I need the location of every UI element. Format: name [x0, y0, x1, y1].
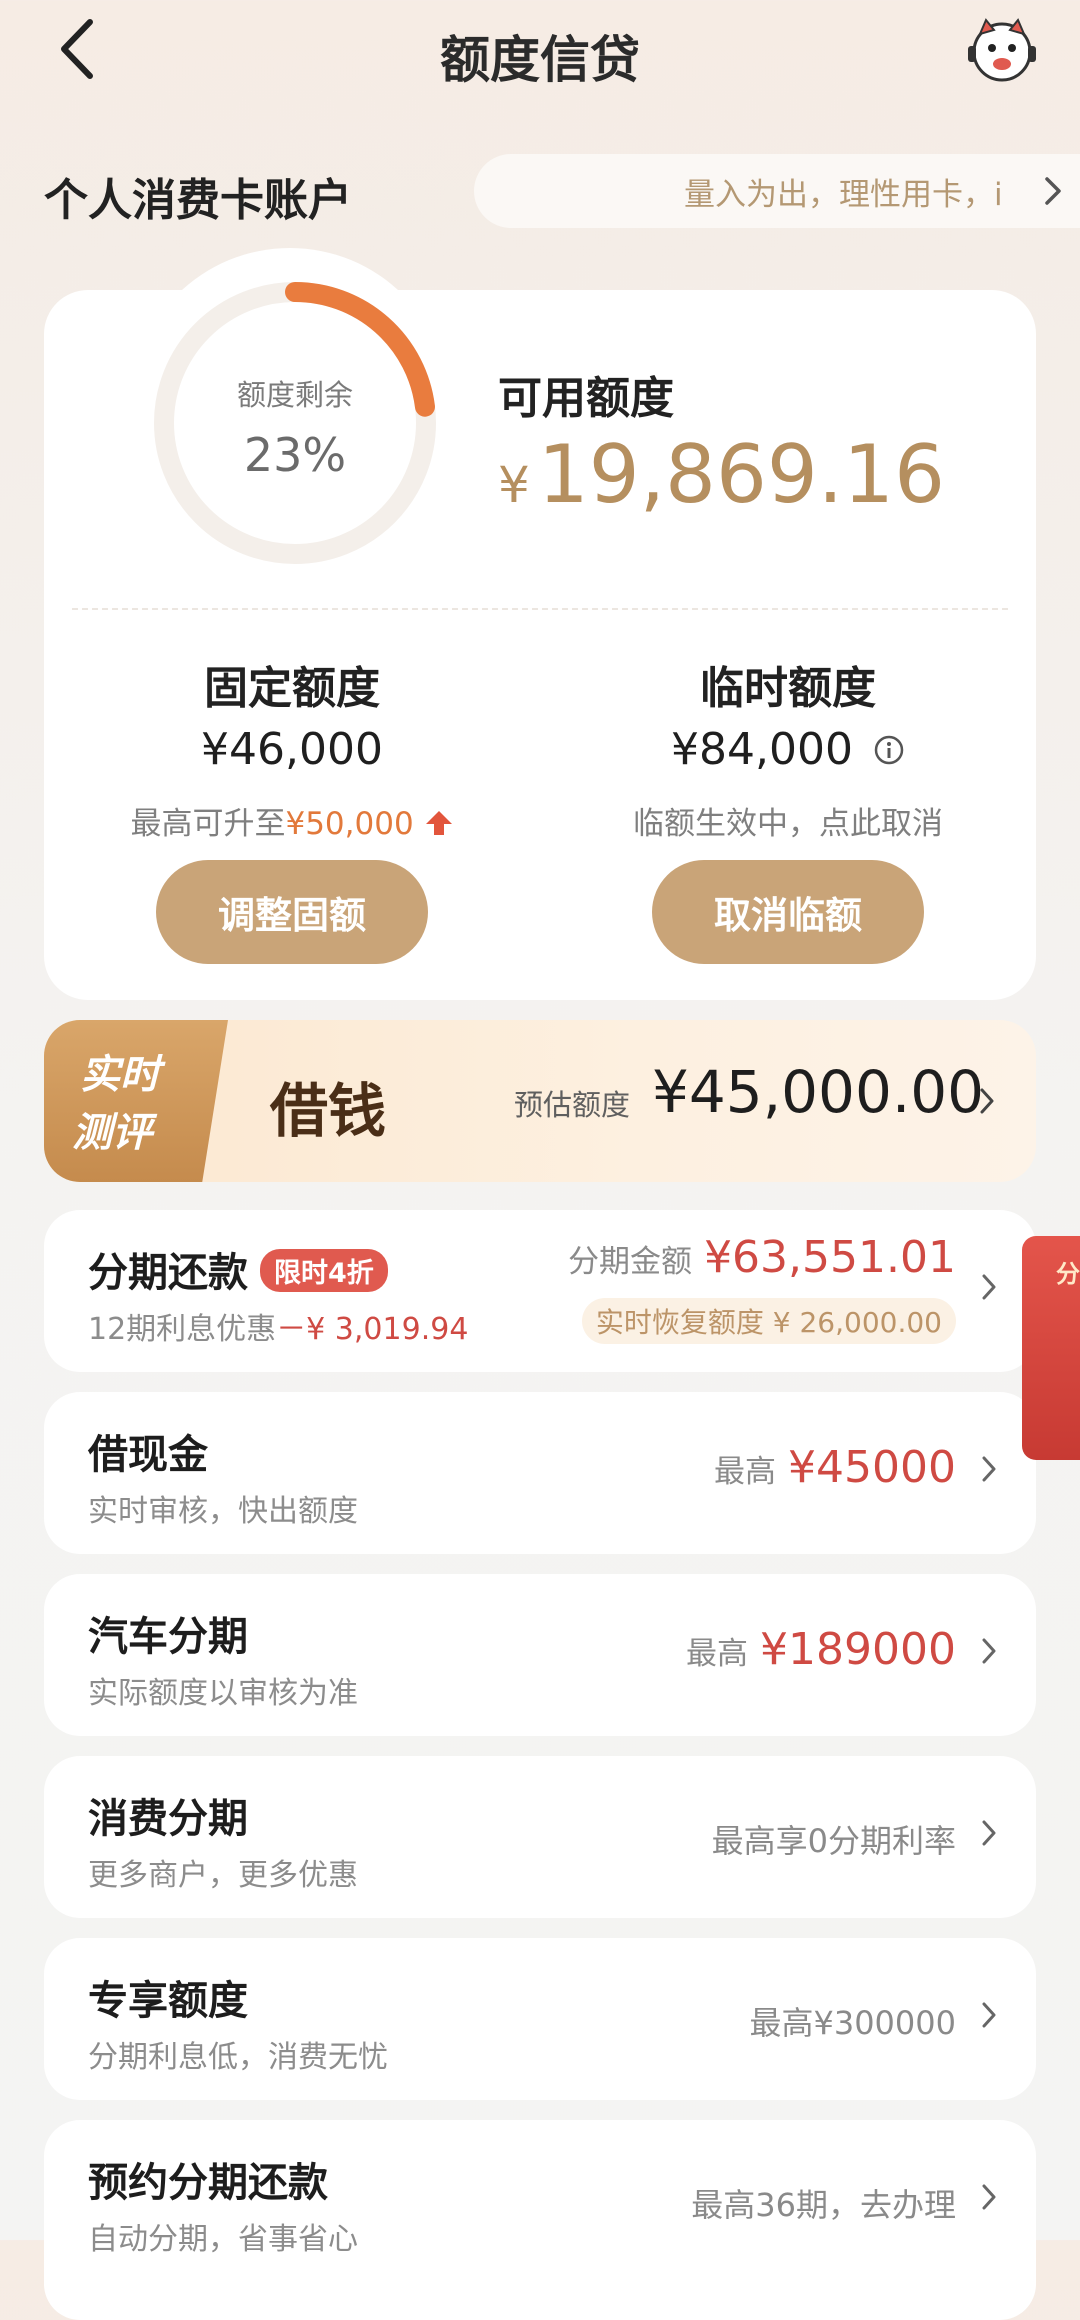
chevron-right-icon [1045, 177, 1061, 205]
up-arrow-icon [425, 811, 452, 835]
installment-amount-label: 分期金额 [568, 1244, 693, 1280]
row-right-value: ¥45000 [788, 1442, 956, 1493]
fixed-credit-value: ¥46,000 [201, 724, 383, 775]
row-right: 最高 ¥189000 [686, 1624, 956, 1675]
chevron-right-icon [982, 2002, 996, 2028]
available-credit-value: ¥19,869.16 [498, 428, 945, 521]
row-title: 分期还款 限时4折 [88, 1240, 388, 1298]
chevron-right-icon [982, 2184, 996, 2210]
row-right-label: 最高 [714, 1454, 777, 1490]
tag-line-2: 测评 [72, 1110, 152, 1156]
fixed-note-max: ¥50,000 [285, 806, 414, 842]
fixed-credit-label: 固定额度 [204, 663, 380, 714]
fixed-note-prefix: 最高可升至 [130, 806, 286, 842]
row-right: 最高 ¥45000 [714, 1442, 956, 1493]
remaining-percent: 23% [243, 428, 347, 482]
chevron-right-icon [980, 1088, 994, 1114]
row-right-text: 最高36期，去办理 [691, 2186, 956, 2224]
installment-amount: 分期金额 ¥63,551.01 [568, 1232, 956, 1283]
row-right-value: ¥189000 [760, 1624, 956, 1675]
row-subtitle: 12期利息优惠－¥ 3,019.94 [88, 1304, 468, 1348]
temp-credit-note[interactable]: 临额生效中，点此取消 [540, 798, 1036, 843]
car-installment-row[interactable]: 汽车分期 实际额度以审核为准 最高 ¥189000 [44, 1574, 1036, 1736]
row-title: 消费分期 [88, 1796, 248, 1842]
adjust-fixed-credit-button[interactable]: 调整固额 [156, 860, 428, 964]
row-title: 预约分期还款 [88, 2160, 328, 2206]
row-subtitle: 实际额度以审核为准 [88, 1676, 358, 1711]
slogan-text: 量入为出，理性用卡，i [684, 176, 1003, 213]
chevron-right-icon [982, 1456, 996, 1482]
promo-badge-text: 分 [1056, 1260, 1080, 1288]
account-title: 个人消费卡账户 [44, 175, 352, 226]
interest-discount-value: －¥ 3,019.94 [276, 1312, 469, 1347]
chevron-right-icon [982, 1820, 996, 1846]
row-title-text: 分期还款 [88, 1250, 248, 1296]
credit-remaining-ring [154, 282, 436, 564]
fixed-credit-note: 最高可升至¥50,000 [44, 798, 540, 843]
row-right-text: 最高¥300000 [749, 2004, 956, 2042]
row-right: 最高36期，去办理 [691, 2180, 956, 2226]
mascot-avatar-icon[interactable] [966, 14, 1038, 86]
row-right-label: 最高 [686, 1636, 749, 1672]
card-divider [72, 608, 1008, 610]
available-amount: 19,869.16 [537, 428, 945, 521]
borrow-banner[interactable]: 实时 测评 借钱 预估额度 ¥45,000.00 [44, 1020, 1036, 1182]
row-subtitle: 自动分期，省事省心 [88, 2222, 358, 2257]
estimate-amount: ¥45,000.00 [652, 1058, 985, 1126]
page-title: 额度信贷 [440, 31, 640, 89]
row-title: 汽车分期 [88, 1614, 248, 1660]
chevron-right-icon [982, 1274, 996, 1300]
recovery-credit-pill: 实时恢复额度 ¥ 26,000.00 [581, 1298, 956, 1344]
available-credit-label: 可用额度 [498, 373, 674, 424]
realtime-eval-tag: 实时 测评 [44, 1020, 228, 1182]
row-right: 最高享0分期利率 [712, 1816, 956, 1862]
currency-symbol: ¥ [498, 456, 530, 514]
estimate-label: 预估额度 [514, 1088, 631, 1122]
consumer-installment-row[interactable]: 消费分期 更多商户，更多优惠 最高享0分期利率 [44, 1756, 1036, 1918]
borrow-title: 借钱 [270, 1077, 387, 1145]
cash-loan-row[interactable]: 借现金 实时审核，快出额度 最高 ¥45000 [44, 1392, 1036, 1554]
installment-repay-row[interactable]: 分期还款 限时4折 12期利息优惠－¥ 3,019.94 分期金额 ¥63,551… [44, 1210, 1036, 1372]
row-title: 借现金 [88, 1432, 208, 1478]
ring-label: 额度剩余 [236, 378, 353, 412]
interest-discount-label: 12期利息优惠 [88, 1312, 277, 1347]
floating-promo-badge[interactable]: 分 [1022, 1236, 1080, 1460]
temp-credit-amount: ¥84,000 [671, 724, 853, 775]
row-title: 专享额度 [88, 1978, 248, 2024]
row-right: 最高¥300000 [749, 1998, 956, 2044]
installment-amount-value: ¥63,551.01 [704, 1232, 956, 1283]
temp-credit-value: ¥84,000 [540, 724, 1036, 775]
row-subtitle: 更多商户，更多优惠 [88, 1858, 358, 1893]
row-subtitle: 实时审核，快出额度 [88, 1494, 358, 1529]
discount-badge: 限时4折 [260, 1249, 388, 1292]
exclusive-credit-row[interactable]: 专享额度 分期利息低，消费无忧 最高¥300000 [44, 1938, 1036, 2100]
cancel-temp-credit-button[interactable]: 取消临额 [652, 860, 924, 964]
slogan-banner[interactable]: 量入为出，理性用卡，i [474, 154, 1080, 228]
row-right-text: 最高享0分期利率 [711, 1822, 956, 1860]
info-icon[interactable] [873, 734, 905, 766]
scheduled-installment-row[interactable]: 预约分期还款 自动分期，省事省心 最高36期，去办理 [44, 2120, 1036, 2320]
tag-line-1: 实时 [80, 1052, 160, 1098]
row-subtitle: 分期利息低，消费无忧 [88, 2040, 388, 2075]
chevron-right-icon [982, 1638, 996, 1664]
temp-credit-label: 临时额度 [700, 663, 876, 714]
